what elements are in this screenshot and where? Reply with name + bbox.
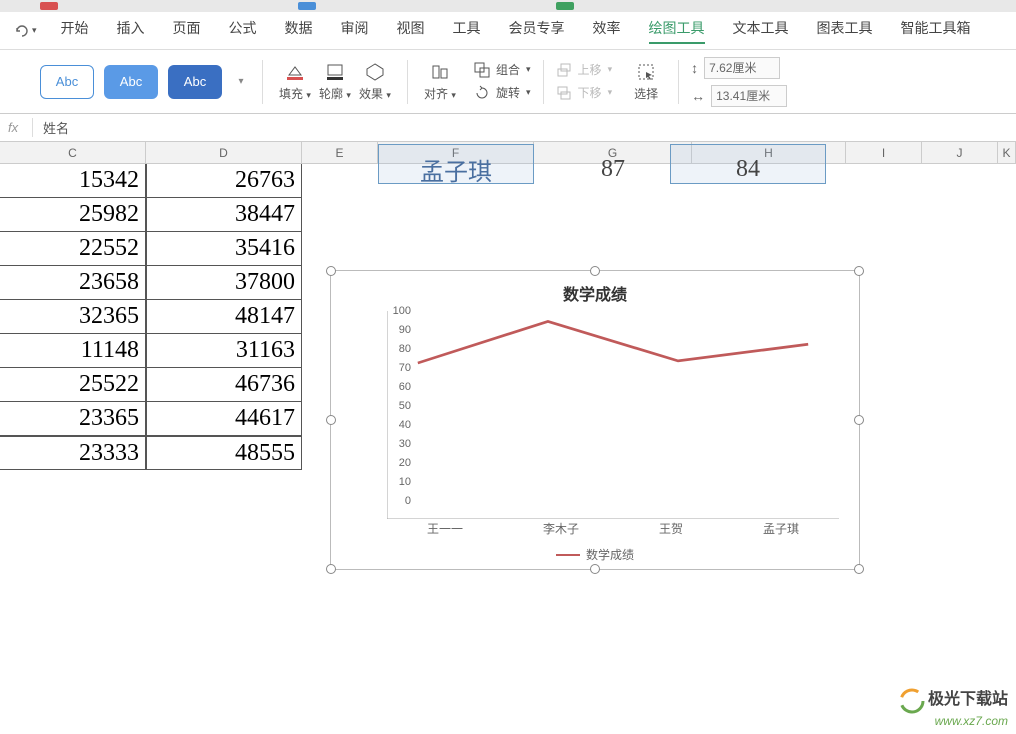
- table-cell[interactable]: 38447: [146, 198, 302, 232]
- table-cell[interactable]: 35416: [146, 232, 302, 266]
- resize-handle-bm[interactable]: [590, 564, 600, 574]
- width-input[interactable]: [711, 85, 787, 107]
- move-up-tool[interactable]: 上移▾: [556, 61, 613, 78]
- watermark: 极光下载站 www.xz7.com: [899, 688, 1008, 728]
- col-header-J[interactable]: J: [922, 142, 998, 163]
- ribbon-toolbar: Abc Abc Abc ▾ 填充 ▾ 轮廓 ▾ 效果 ▾ 对齐 ▾ 组合▾ 旋转…: [0, 50, 1016, 114]
- effect-icon: [365, 61, 385, 83]
- resize-handle-mr[interactable]: [854, 415, 864, 425]
- table-cell[interactable]: 22552: [0, 232, 146, 266]
- menu-绘图工具[interactable]: 绘图工具: [649, 18, 705, 44]
- outline-icon: [325, 61, 345, 83]
- formula-bar: fx 姓名: [0, 114, 1016, 142]
- x-tick-label: 王一一: [427, 520, 463, 537]
- menu-插入[interactable]: 插入: [117, 18, 145, 44]
- move-down-tool[interactable]: 下移▾: [556, 84, 613, 101]
- resize-handle-ml[interactable]: [326, 415, 336, 425]
- tab-2[interactable]: [298, 2, 316, 10]
- spreadsheet-grid[interactable]: CDEFGHIJK 153422676325982384472255235416…: [0, 142, 1016, 734]
- menu-视图[interactable]: 视图: [397, 18, 425, 44]
- height-icon: ↕: [691, 60, 698, 76]
- tab-1[interactable]: [40, 2, 58, 10]
- col-header-C[interactable]: C: [0, 142, 146, 163]
- tab-3[interactable]: [556, 2, 574, 10]
- col-header-E[interactable]: E: [302, 142, 378, 163]
- table-cell[interactable]: 15342: [0, 164, 146, 198]
- table-cell[interactable]: 26763: [146, 164, 302, 198]
- resize-handle-bl[interactable]: [326, 564, 336, 574]
- outline-tool[interactable]: 轮廓 ▾: [315, 61, 355, 102]
- chart-plot-area[interactable]: 0102030405060708090100 王一一李木子王贺孟子琪: [387, 311, 839, 519]
- menu-bar: ▾ 开始 插入 页面 公式 数据 审阅 视图 工具 会员专享 效率 绘图工具 文本工具 图表工具 智能工具…: [0, 12, 1016, 50]
- resize-handle-tl[interactable]: [326, 266, 336, 276]
- menu-审阅[interactable]: 审阅: [341, 18, 369, 44]
- chart-title[interactable]: 数学成绩: [331, 281, 859, 305]
- table-cell[interactable]: 23365: [0, 402, 146, 436]
- align-tool[interactable]: 对齐 ▾: [420, 61, 460, 102]
- table-cell[interactable]: 48147: [146, 300, 302, 334]
- menu-开始[interactable]: 开始: [61, 18, 89, 44]
- menu-智能工具箱[interactable]: 智能工具箱: [901, 18, 971, 44]
- rotate-tool[interactable]: 旋转▾: [474, 84, 531, 101]
- selected-cell-f[interactable]: 孟子琪: [378, 154, 534, 184]
- shape-style-3[interactable]: Abc: [168, 65, 222, 99]
- shape-style-more[interactable]: ▾: [232, 76, 250, 87]
- fill-icon: [285, 61, 305, 83]
- menu-会员专享[interactable]: 会员专享: [509, 18, 565, 44]
- menu-页面[interactable]: 页面: [173, 18, 201, 44]
- menu-工具[interactable]: 工具: [453, 18, 481, 44]
- shape-style-1[interactable]: Abc: [40, 65, 94, 99]
- selected-cell-h[interactable]: 84: [670, 154, 826, 184]
- chevron-down-icon: ▾: [32, 25, 37, 36]
- fx-label: fx: [8, 120, 32, 135]
- resize-handle-tm[interactable]: [590, 266, 600, 276]
- selected-cell-g[interactable]: 87: [534, 154, 692, 184]
- select-icon: [637, 61, 655, 83]
- table-cell[interactable]: 23658: [0, 266, 146, 300]
- table-cell[interactable]: 25982: [0, 198, 146, 232]
- table-cell[interactable]: 37800: [146, 266, 302, 300]
- resize-handle-tr[interactable]: [854, 266, 864, 276]
- table-cell[interactable]: 44617: [146, 402, 302, 436]
- chart-object[interactable]: 数学成绩 0102030405060708090100 王一一李木子王贺孟子琪 …: [330, 270, 860, 570]
- x-tick-label: 孟子琪: [763, 520, 799, 537]
- table-cell[interactable]: 23333: [0, 436, 146, 470]
- col-header-K[interactable]: K: [998, 142, 1016, 163]
- table-cell[interactable]: 31163: [146, 334, 302, 368]
- legend-label: 数学成绩: [586, 546, 634, 563]
- chart-legend[interactable]: 数学成绩: [331, 546, 859, 563]
- window-tabstrip: [0, 0, 1016, 12]
- legend-line-icon: [556, 554, 580, 556]
- menu-数据[interactable]: 数据: [285, 18, 313, 44]
- resize-handle-br[interactable]: [854, 564, 864, 574]
- dimensions: ↕ ↔: [691, 57, 787, 107]
- table-cell[interactable]: 48555: [146, 436, 302, 470]
- undo-dropdown[interactable]: ▾: [8, 23, 43, 39]
- x-tick-label: 李木子: [543, 520, 579, 537]
- col-header-D[interactable]: D: [146, 142, 302, 163]
- col-header-I[interactable]: I: [846, 142, 922, 163]
- table-cell[interactable]: 25522: [0, 368, 146, 402]
- table-cell[interactable]: 46736: [146, 368, 302, 402]
- table-cell[interactable]: 11148: [0, 334, 146, 368]
- group-tool[interactable]: 组合▾: [474, 61, 531, 78]
- shape-style-2[interactable]: Abc: [104, 65, 158, 99]
- width-icon: ↔: [691, 88, 705, 104]
- menu-文本工具[interactable]: 文本工具: [733, 18, 789, 44]
- select-tool[interactable]: 选择: [626, 61, 666, 102]
- effect-tool[interactable]: 效果 ▾: [355, 61, 395, 102]
- menu-效率[interactable]: 效率: [593, 18, 621, 44]
- shape-styles: Abc Abc Abc ▾: [40, 65, 250, 99]
- height-input[interactable]: [704, 57, 780, 79]
- fx-value[interactable]: 姓名: [32, 118, 69, 137]
- table-cell[interactable]: 32365: [0, 300, 146, 334]
- menu-公式[interactable]: 公式: [229, 18, 257, 44]
- x-tick-label: 王贺: [659, 520, 683, 537]
- align-icon: [431, 61, 449, 83]
- menu-图表工具[interactable]: 图表工具: [817, 18, 873, 44]
- fill-tool[interactable]: 填充 ▾: [275, 61, 315, 102]
